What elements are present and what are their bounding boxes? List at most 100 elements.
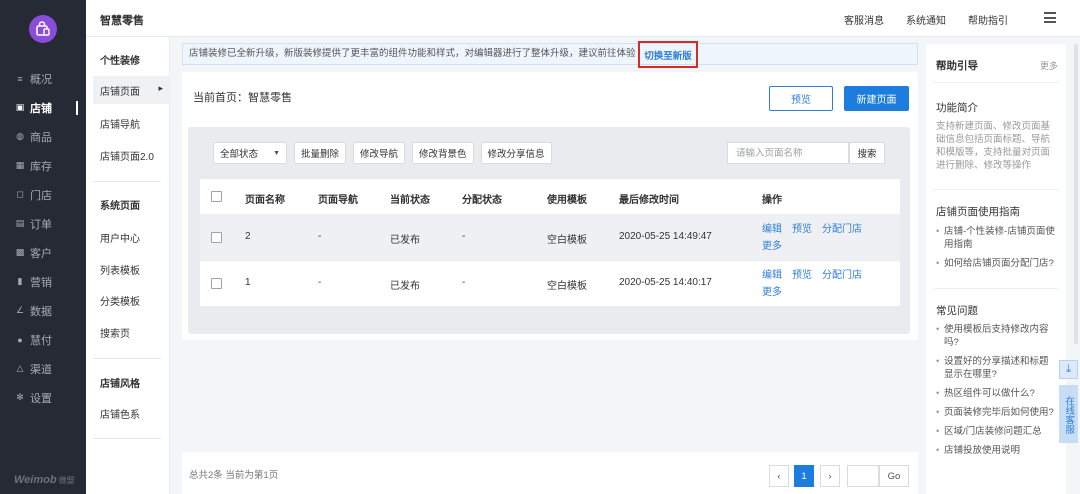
sidebar-item[interactable]: ◍ 商品 [0,122,86,151]
faq-item[interactable]: 店铺投放使用说明 [936,444,1056,457]
help-divider [934,82,1058,83]
assign-cell: - [462,277,466,288]
template-cell: 空白模板 [547,281,587,292]
sidebar-item[interactable]: ● 慧付 [0,325,86,354]
help-scrollbar[interactable] [1074,44,1078,344]
column-header: 使用模板 [547,195,587,206]
subnav-item-list-template[interactable]: 列表模板 [93,255,169,283]
sidebar-item[interactable]: ▮ 营销 [0,267,86,296]
status-select[interactable]: 全部状态 ▼ [213,142,287,164]
assign-cell: - [462,231,466,242]
prev-page-button[interactable]: ‹ [769,465,789,487]
select-all-checkbox[interactable] [211,191,222,202]
data-icon: ∠ [15,305,25,315]
inventory-icon: ▦ [15,160,25,170]
page-jump-input[interactable] [847,465,879,487]
faq-title: 常见问题 [936,305,978,317]
subnav-divider [93,438,161,439]
sidebar-item[interactable]: ✻ 设置 [0,383,86,412]
sidebar-item[interactable]: ▤ 订单 [0,209,86,238]
switch-to-new-version-link[interactable]: 切换至新版 [638,41,698,68]
assign-store-link[interactable]: 分配门店 [822,224,862,235]
table-row: 1 - 已发布 - 空白模板 2020-05-25 14:40:17 编辑 预览分… [200,261,900,307]
guide-title: 店铺页面使用指南 [936,206,1020,218]
edit-nav-button[interactable]: 修改导航 [353,142,406,164]
subnav-item-store-nav[interactable]: 店铺导航 [93,109,169,137]
new-page-button[interactable]: 新建页面 [844,86,909,111]
online-service-button[interactable]: 在线客服 [1059,385,1078,443]
sidebar-item[interactable]: ∠ 数据 [0,296,86,325]
sidebar-item-label: 库存 [30,160,52,173]
column-header: 操作 [762,195,782,206]
assign-store-link[interactable]: 分配门店 [822,270,862,281]
help-divider [934,288,1058,289]
more-link[interactable]: 更多 [762,241,782,252]
app-title: 智慧零售 [100,15,144,27]
preview-link[interactable]: 预览 [792,270,812,281]
sidebar-item-label: 订单 [30,218,52,231]
row-checkbox[interactable] [211,232,222,243]
table-header: 页面名称 页面导航 当前状态 分配状态 使用模板 最后修改时间 操作 [200,179,900,215]
edit-link[interactable]: 编辑 [762,224,782,235]
sidebar-item[interactable]: ▣ 店铺 [0,93,86,122]
subnav-item-store-page[interactable]: 店铺页面 [93,76,169,104]
column-header: 当前状态 [390,195,430,206]
subnav-item-color-scheme[interactable]: 店铺色系 [93,399,169,427]
subnav-item-store-page-2[interactable]: 店铺页面2.0 [93,141,169,169]
customer-message-link[interactable]: 客服消息 [844,12,884,27]
page-nav-cell: - [318,231,322,242]
page-name-search-input[interactable] [727,142,849,164]
preview-button[interactable]: 预览 [769,86,833,111]
row-checkbox[interactable] [211,278,222,289]
sub-sidebar: 个性装修 店铺页面 店铺导航 店铺页面2.0 系统页面 用户中心 列表模板 分类… [86,37,170,494]
batch-delete-button[interactable]: 批量删除 [294,142,347,164]
settings-icon: ✻ [16,392,24,402]
help-more-link[interactable]: 更多 [1040,59,1058,72]
template-cell: 空白模板 [547,235,587,246]
page-1-button[interactable]: 1 [794,465,814,487]
preview-link[interactable]: 预览 [792,224,812,235]
guide-item[interactable]: 店铺-个性装修-店铺页面使用指南 [936,225,1056,251]
edit-share-info-button[interactable]: 修改分享信息 [480,142,552,164]
column-header: 页面名称 [245,195,285,206]
help-divider [934,189,1058,190]
guide-item[interactable]: 如何给店铺页面分配门店? [936,257,1056,270]
faq-item[interactable]: 热区组件可以做什么? [936,387,1056,400]
edit-background-button[interactable]: 修改背景色 [412,142,474,164]
subnav-item-user-center[interactable]: 用户中心 [93,223,169,251]
modified-time-cell: 2020-05-25 14:40:17 [619,277,712,288]
subnav-item-search-page[interactable]: 搜索页 [93,318,169,346]
customer-icon: ▩ [15,247,25,257]
more-link[interactable]: 更多 [762,287,782,298]
subnav-item-category-template[interactable]: 分类模板 [93,286,169,314]
sidebar-item[interactable]: ≡ 概况 [0,64,86,93]
pay-icon: ● [17,334,23,345]
search-button[interactable]: 搜索 [849,142,885,164]
bag-icon[interactable] [29,15,57,43]
faq-item[interactable]: 区域/门店装修问题汇总 [936,425,1056,438]
subnav-group-decoration: 个性装修 [100,55,140,67]
sidebar-item[interactable]: ▩ 客户 [0,238,86,267]
pagination-summary: 总共2条 当前为第1页 [189,470,279,481]
guide-list: 店铺-个性装修-店铺页面使用指南 如何给店铺页面分配门店? [936,225,1056,276]
edit-link[interactable]: 编辑 [762,270,782,281]
download-icon[interactable]: ⤓ [1059,360,1078,379]
goods-icon: ◍ [16,131,24,141]
sidebar-item-label: 数据 [30,305,52,318]
sidebar-item[interactable]: ▦ 库存 [0,151,86,180]
sidebar-item-label: 门店 [30,189,52,202]
sidebar-item[interactable]: ◻ 门店 [0,180,86,209]
next-page-button[interactable]: › [820,465,840,487]
faq-item[interactable]: 设置好的分享描述和标题显示在哪里? [936,355,1056,381]
faq-item[interactable]: 使用模板后支持修改内容吗? [936,323,1056,349]
help-guide-link[interactable]: 帮助指引 [968,12,1008,27]
table-row: 2 - 已发布 - 空白模板 2020-05-25 14:49:47 编辑 预览分… [200,215,900,261]
hamburger-icon[interactable] [1044,12,1056,23]
faq-item[interactable]: 页面装修完毕后如何使用? [936,406,1056,419]
subnav-divider [93,181,161,182]
go-button[interactable]: Go [879,465,909,487]
sidebar-item[interactable]: △ 渠道 [0,354,86,383]
column-header: 页面导航 [318,195,358,206]
weimob-logo: Weimob 微盟 [14,474,75,486]
system-notice-link[interactable]: 系统通知 [906,12,946,27]
